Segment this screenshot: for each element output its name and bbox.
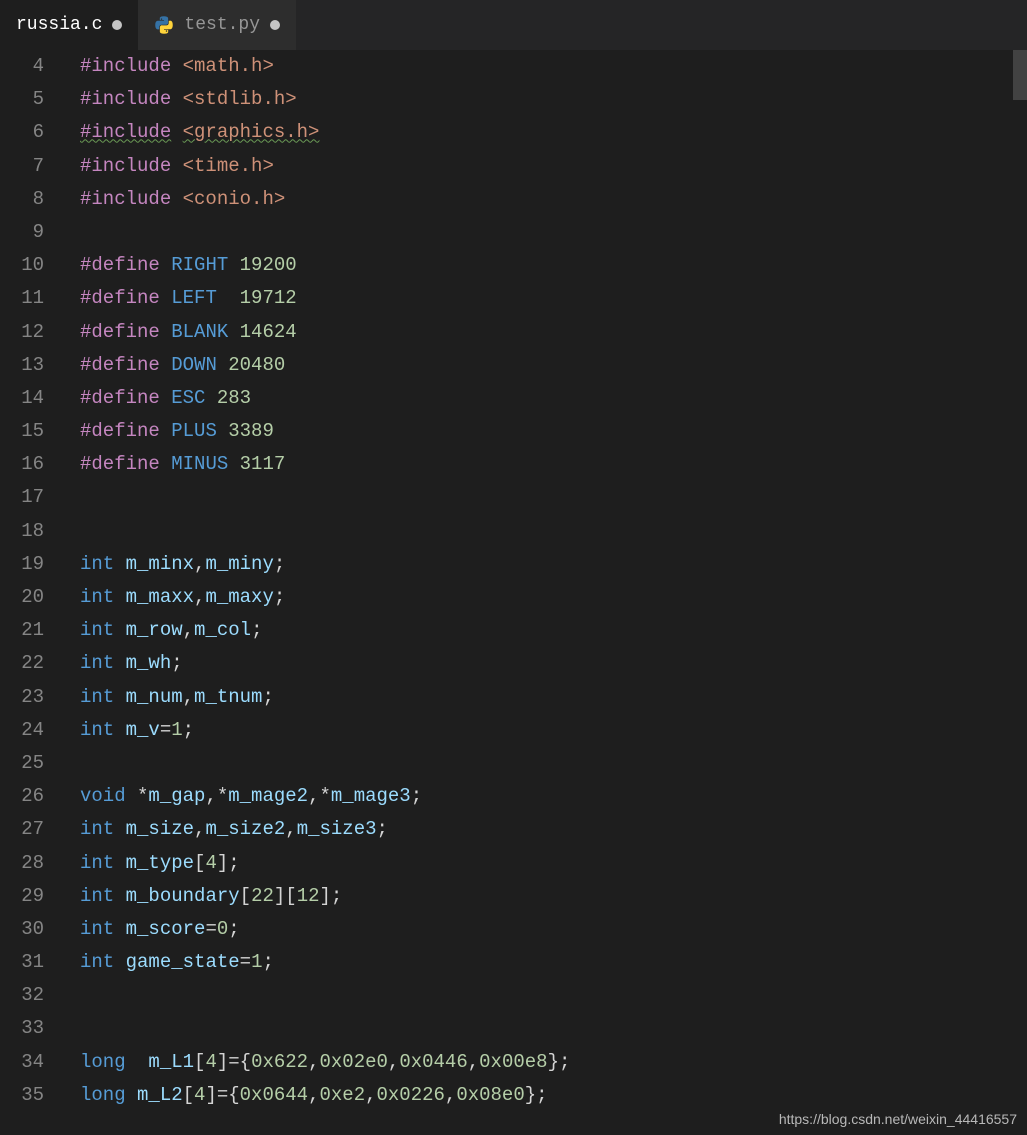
line-number: 14 — [0, 382, 44, 415]
code-line[interactable]: #define ESC 283 — [60, 382, 1027, 415]
code-line[interactable]: int m_num,m_tnum; — [60, 681, 1027, 714]
code-line[interactable]: int m_type[4]; — [60, 847, 1027, 880]
line-number: 11 — [0, 282, 44, 315]
code-line[interactable]: #define BLANK 14624 — [60, 316, 1027, 349]
code-line[interactable] — [60, 216, 1027, 249]
tab-label: test.py — [184, 15, 260, 35]
code-line[interactable]: int m_score=0; — [60, 913, 1027, 946]
line-number: 32 — [0, 979, 44, 1012]
line-number: 12 — [0, 316, 44, 349]
line-number: 13 — [0, 349, 44, 382]
code-line[interactable]: int m_row,m_col; — [60, 614, 1027, 647]
line-number: 19 — [0, 548, 44, 581]
code-line[interactable]: #include <conio.h> — [60, 183, 1027, 216]
line-number: 24 — [0, 714, 44, 747]
line-number: 25 — [0, 747, 44, 780]
code-line[interactable]: int game_state=1; — [60, 946, 1027, 979]
code-editor[interactable]: 4567891011121314151617181920212223242526… — [0, 50, 1027, 1135]
line-number: 26 — [0, 780, 44, 813]
code-line[interactable] — [60, 515, 1027, 548]
code-line[interactable]: #include <time.h> — [60, 150, 1027, 183]
python-icon — [154, 15, 174, 35]
code-line[interactable]: #define PLUS 3389 — [60, 415, 1027, 448]
line-number: 7 — [0, 150, 44, 183]
code-line[interactable]: #include <stdlib.h> — [60, 83, 1027, 116]
line-number: 21 — [0, 614, 44, 647]
line-number: 27 — [0, 813, 44, 846]
line-number: 30 — [0, 913, 44, 946]
code-line[interactable] — [60, 1012, 1027, 1045]
line-number-gutter: 4567891011121314151617181920212223242526… — [0, 50, 60, 1135]
code-line[interactable]: #define DOWN 20480 — [60, 349, 1027, 382]
code-line[interactable]: #define RIGHT 19200 — [60, 249, 1027, 282]
code-line[interactable]: long m_L1[4]={0x622,0x02e0,0x0446,0x00e8… — [60, 1046, 1027, 1079]
line-number: 16 — [0, 448, 44, 481]
code-line[interactable] — [60, 747, 1027, 780]
line-number: 29 — [0, 880, 44, 913]
code-line[interactable]: int m_wh; — [60, 647, 1027, 680]
tab-label: russia.c — [16, 15, 102, 35]
watermark: https://blog.csdn.net/weixin_44416557 — [779, 1111, 1017, 1127]
code-line[interactable]: void *m_gap,*m_mage2,*m_mage3; — [60, 780, 1027, 813]
tab-bar: russia.c test.py — [0, 0, 1027, 50]
tab-test-py[interactable]: test.py — [138, 0, 296, 50]
line-number: 4 — [0, 50, 44, 83]
line-number: 33 — [0, 1012, 44, 1045]
unsaved-dot-icon — [112, 20, 122, 30]
line-number: 34 — [0, 1046, 44, 1079]
line-number: 17 — [0, 481, 44, 514]
line-number: 18 — [0, 515, 44, 548]
unsaved-dot-icon — [270, 20, 280, 30]
line-number: 22 — [0, 647, 44, 680]
line-number: 35 — [0, 1079, 44, 1112]
line-number: 20 — [0, 581, 44, 614]
line-number: 8 — [0, 183, 44, 216]
code-line[interactable]: int m_v=1; — [60, 714, 1027, 747]
code-line[interactable]: int m_size,m_size2,m_size3; — [60, 813, 1027, 846]
code-area[interactable]: #include <math.h>#include <stdlib.h>#inc… — [60, 50, 1027, 1135]
line-number: 31 — [0, 946, 44, 979]
code-line[interactable]: int m_boundary[22][12]; — [60, 880, 1027, 913]
code-line[interactable]: #define MINUS 3117 — [60, 448, 1027, 481]
code-line[interactable]: #define LEFT 19712 — [60, 282, 1027, 315]
line-number: 28 — [0, 847, 44, 880]
line-number: 23 — [0, 681, 44, 714]
code-line[interactable]: #include <math.h> — [60, 50, 1027, 83]
tab-russia-c[interactable]: russia.c — [0, 0, 138, 50]
code-line[interactable]: int m_maxx,m_maxy; — [60, 581, 1027, 614]
code-line[interactable] — [60, 481, 1027, 514]
line-number: 9 — [0, 216, 44, 249]
line-number: 15 — [0, 415, 44, 448]
vertical-scrollbar[interactable] — [1013, 50, 1027, 100]
code-line[interactable]: #include <graphics.h> — [60, 116, 1027, 149]
code-line[interactable] — [60, 979, 1027, 1012]
line-number: 10 — [0, 249, 44, 282]
code-line[interactable]: int m_minx,m_miny; — [60, 548, 1027, 581]
line-number: 5 — [0, 83, 44, 116]
code-line[interactable]: long m_L2[4]={0x0644,0xe2,0x0226,0x08e0}… — [60, 1079, 1027, 1112]
line-number: 6 — [0, 116, 44, 149]
